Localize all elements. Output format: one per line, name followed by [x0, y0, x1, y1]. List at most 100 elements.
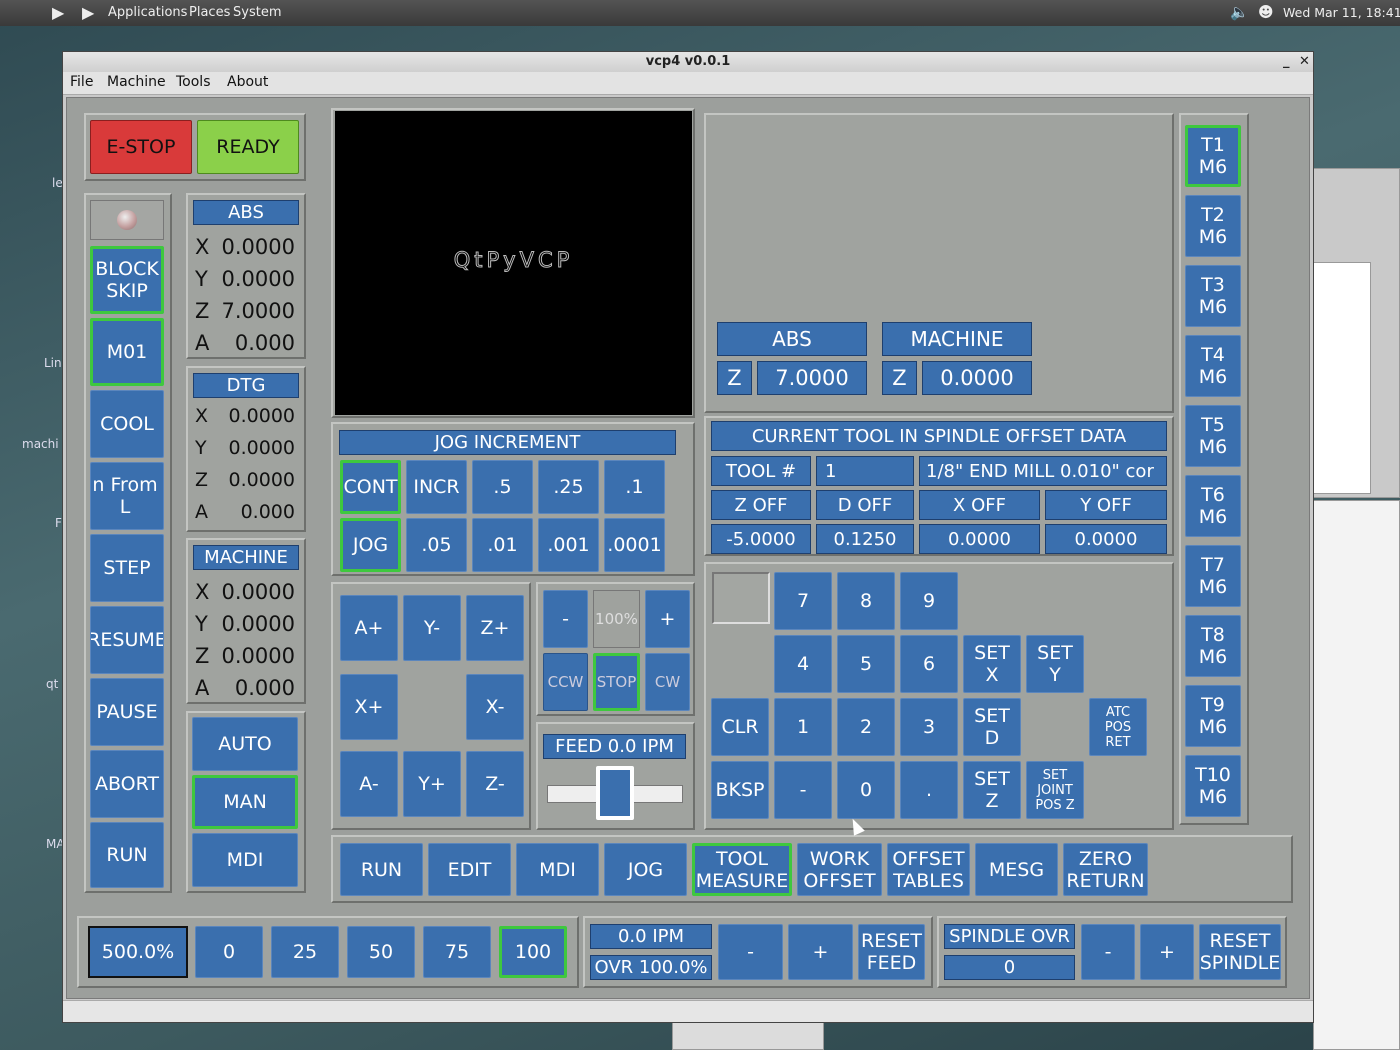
- jog-a-minus[interactable]: A-: [340, 751, 398, 817]
- jog-mode-button[interactable]: JOG: [340, 518, 401, 572]
- tab-zero-return[interactable]: ZERO RETURN: [1063, 843, 1148, 896]
- tab-work-offset[interactable]: WORK OFFSET: [797, 843, 882, 896]
- gnome-foot-icon[interactable]: ▶: [52, 3, 64, 22]
- jog-inc-0.001[interactable]: .001: [538, 518, 599, 572]
- tool-change-button[interactable]: T6 M6: [1185, 475, 1241, 537]
- reset-feed-button[interactable]: RESET FEED: [858, 924, 925, 980]
- jog-inc-0.01[interactable]: .01: [472, 518, 533, 572]
- rapid-0-button[interactable]: 0: [195, 926, 263, 978]
- menu-applications[interactable]: Applications: [108, 5, 187, 20]
- gcode-preview[interactable]: QtPyVCP: [335, 111, 692, 415]
- key-6[interactable]: 6: [900, 635, 958, 693]
- menu-places[interactable]: Places: [189, 5, 230, 20]
- m01-button[interactable]: M01: [90, 318, 164, 386]
- auto-mode-button[interactable]: AUTO: [192, 717, 298, 771]
- block-skip-button[interactable]: BLOCK SKIP: [90, 246, 164, 314]
- launcher-icon[interactable]: ▶: [82, 3, 94, 22]
- tool-change-button[interactable]: T4 M6: [1185, 335, 1241, 397]
- spindle-stop-button[interactable]: STOP: [593, 653, 640, 711]
- jog-y-plus[interactable]: Y+: [403, 751, 461, 817]
- jog-inc-0.5[interactable]: .5: [472, 460, 533, 514]
- jog-inc-0.05[interactable]: .05: [406, 518, 467, 572]
- clock[interactable]: Wed Mar 11, 18:41: [1283, 5, 1400, 20]
- key-1[interactable]: 1: [774, 698, 832, 756]
- jog-z-plus[interactable]: Z+: [466, 595, 524, 661]
- jog-z-minus[interactable]: Z-: [466, 751, 524, 817]
- estop-button[interactable]: E-STOP: [90, 120, 192, 174]
- tab-mesg[interactable]: MESG: [975, 843, 1058, 896]
- set-joint-pos-z-button[interactable]: SET JOINT POS Z: [1026, 761, 1084, 819]
- tab-mdi[interactable]: MDI: [516, 843, 599, 896]
- key-minus[interactable]: -: [774, 761, 832, 819]
- mdi-mode-button[interactable]: MDI: [192, 833, 298, 887]
- jog-inc-0.0001[interactable]: .0001: [604, 518, 665, 572]
- set-z-button[interactable]: SET Z: [963, 761, 1021, 819]
- spindle-ovr-minus-button[interactable]: -: [1081, 924, 1135, 980]
- tool-change-button[interactable]: T1 M6: [1185, 125, 1241, 187]
- key-2[interactable]: 2: [837, 698, 895, 756]
- window-titlebar[interactable]: vcp4 v0.0.1 _ ✕: [63, 52, 1313, 72]
- set-y-button[interactable]: SET Y: [1026, 635, 1084, 693]
- menu-machine[interactable]: Machine: [107, 74, 166, 90]
- feed-ovr-minus-button[interactable]: -: [718, 924, 783, 980]
- tool-change-button[interactable]: T10 M6: [1185, 755, 1241, 817]
- tool-change-button[interactable]: T5 M6: [1185, 405, 1241, 467]
- key-dot[interactable]: .: [900, 761, 958, 819]
- tab-run[interactable]: RUN: [340, 843, 423, 896]
- tool-change-button[interactable]: T8 M6: [1185, 615, 1241, 677]
- run-from-line-button[interactable]: n From L: [90, 462, 164, 530]
- key-3[interactable]: 3: [900, 698, 958, 756]
- key-9[interactable]: 9: [900, 572, 958, 630]
- spindle-ovr-plus-button[interactable]: +: [1140, 924, 1194, 980]
- backspace-button[interactable]: BKSP: [711, 761, 769, 819]
- jog-incr-button[interactable]: INCR: [406, 460, 467, 514]
- tab-tool-measure[interactable]: TOOL MEASURE: [692, 843, 792, 896]
- key-7[interactable]: 7: [774, 572, 832, 630]
- rapid-50-button[interactable]: 50: [347, 926, 415, 978]
- rapid-25-button[interactable]: 25: [271, 926, 339, 978]
- spindle-ccw-button[interactable]: CCW: [543, 653, 588, 711]
- reset-spindle-button[interactable]: RESET SPINDLE: [1199, 924, 1281, 980]
- jog-a-plus[interactable]: A+: [340, 595, 398, 661]
- tool-change-button[interactable]: T3 M6: [1185, 265, 1241, 327]
- spindle-faster-button[interactable]: +: [645, 590, 690, 648]
- run-button[interactable]: RUN: [90, 822, 164, 888]
- jog-cont-button[interactable]: CONT: [340, 460, 401, 514]
- key-5[interactable]: 5: [837, 635, 895, 693]
- tab-edit[interactable]: EDIT: [428, 843, 511, 896]
- rapid-75-button[interactable]: 75: [423, 926, 491, 978]
- menu-file[interactable]: File: [70, 74, 93, 90]
- manual-mode-button[interactable]: MAN: [192, 775, 298, 829]
- set-x-button[interactable]: SET X: [963, 635, 1021, 693]
- jog-x-minus[interactable]: X-: [466, 674, 524, 740]
- tool-change-button[interactable]: T2 M6: [1185, 195, 1241, 257]
- jog-inc-0.1[interactable]: .1: [604, 460, 665, 514]
- key-0[interactable]: 0: [837, 761, 895, 819]
- close-icon[interactable]: ✕: [1299, 52, 1310, 72]
- jog-x-plus[interactable]: X+: [340, 674, 398, 740]
- tool-change-button[interactable]: T7 M6: [1185, 545, 1241, 607]
- cool-button[interactable]: COOL: [90, 390, 164, 458]
- feed-ovr-plus-button[interactable]: +: [788, 924, 853, 980]
- step-button[interactable]: STEP: [90, 534, 164, 602]
- clear-button[interactable]: CLR: [711, 698, 769, 756]
- atc-pos-ret-button[interactable]: ATC POS RET: [1089, 698, 1147, 756]
- tab-offset-tables[interactable]: OFFSET TABLES: [887, 843, 970, 896]
- abort-button[interactable]: ABORT: [90, 750, 164, 818]
- minimize-icon[interactable]: _: [1283, 52, 1290, 72]
- spindle-slower-button[interactable]: -: [543, 590, 588, 648]
- pause-button[interactable]: PAUSE: [90, 678, 164, 746]
- jog-inc-0.25[interactable]: .25: [538, 460, 599, 514]
- key-8[interactable]: 8: [837, 572, 895, 630]
- spindle-cw-button[interactable]: CW: [645, 653, 690, 711]
- menu-system[interactable]: System: [233, 5, 281, 20]
- menu-about[interactable]: About: [227, 74, 268, 90]
- menu-tools[interactable]: Tools: [176, 74, 211, 90]
- set-d-button[interactable]: SET D: [963, 698, 1021, 756]
- key-4[interactable]: 4: [774, 635, 832, 693]
- ready-button[interactable]: READY: [197, 120, 299, 174]
- volume-icon[interactable]: 🔈: [1230, 3, 1249, 21]
- tool-change-button[interactable]: T9 M6: [1185, 685, 1241, 747]
- resume-button[interactable]: RESUME: [90, 606, 164, 674]
- rapid-100-button[interactable]: 100: [499, 926, 567, 978]
